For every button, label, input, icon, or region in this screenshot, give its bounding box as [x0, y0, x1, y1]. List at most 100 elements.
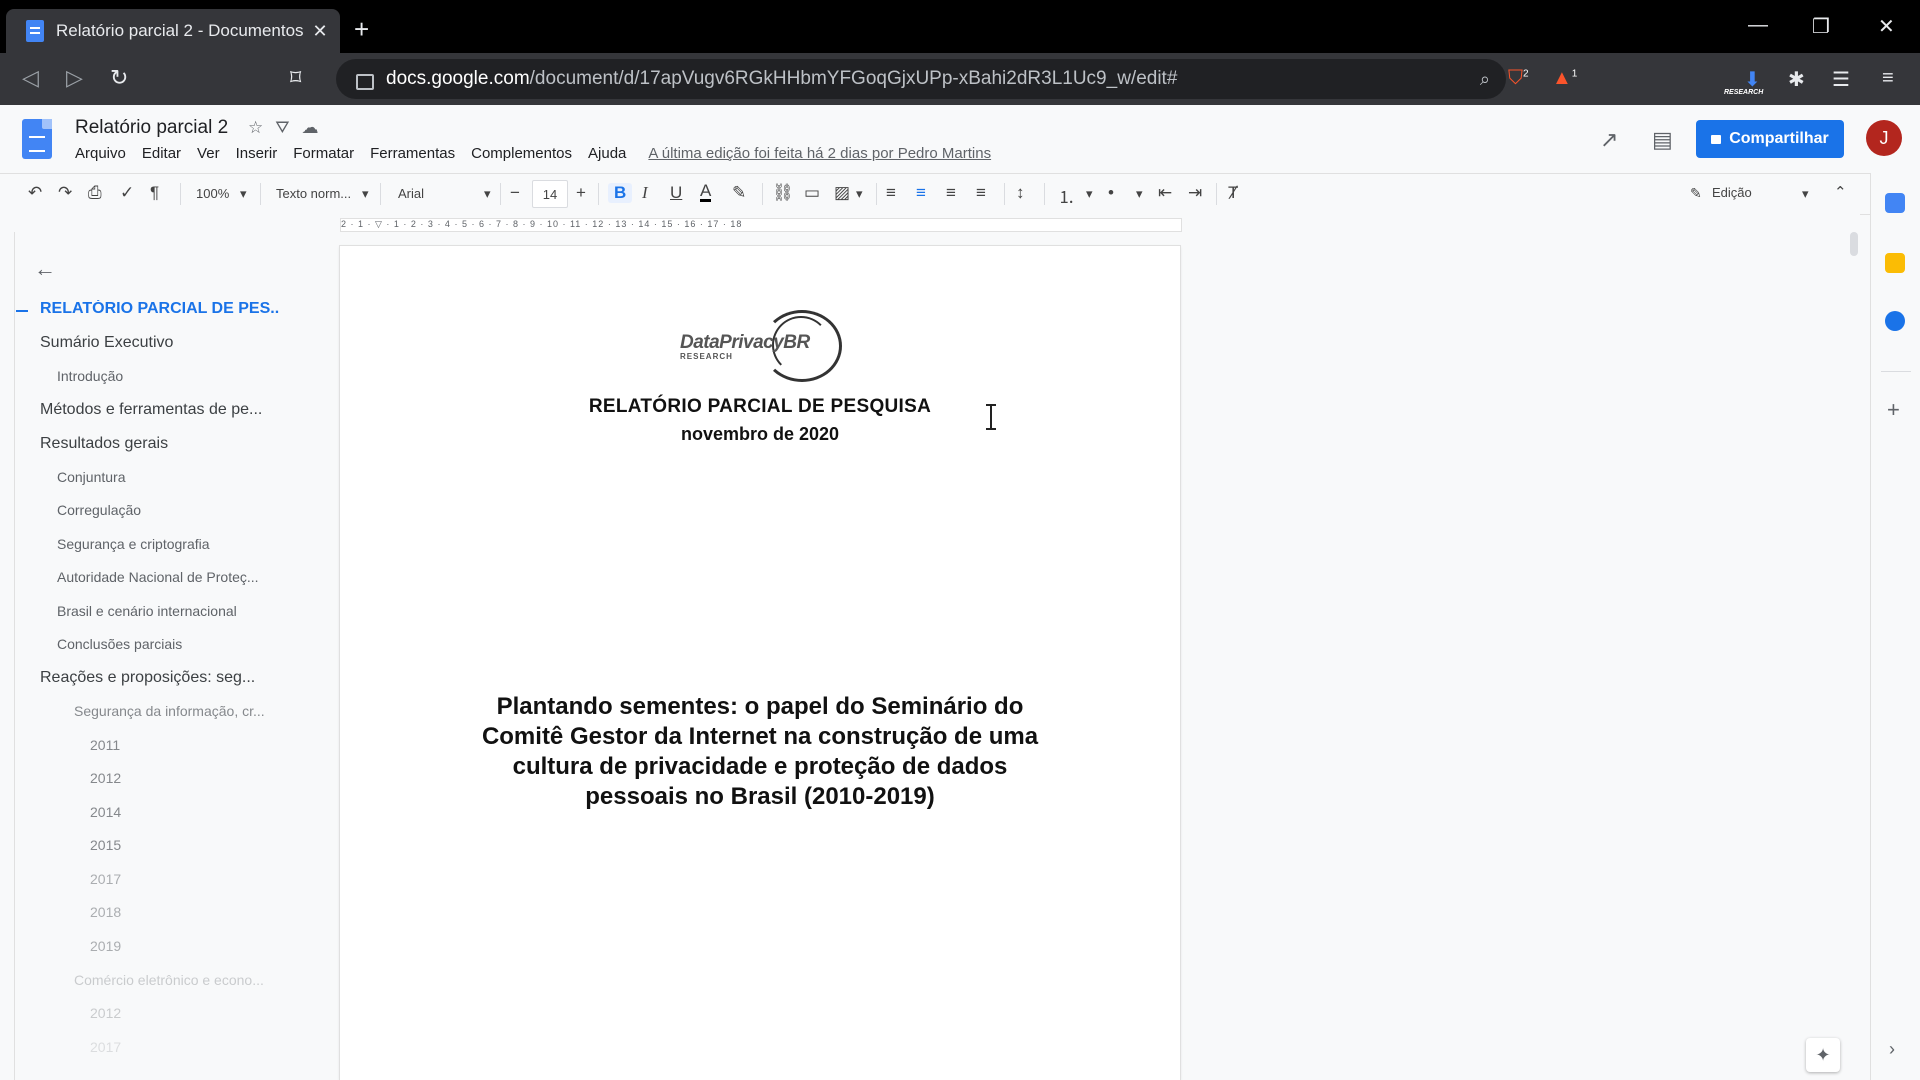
- extensions-icon[interactable]: ✱: [1788, 67, 1805, 92]
- avatar[interactable]: J: [1866, 120, 1902, 156]
- bold-button[interactable]: B: [608, 183, 633, 203]
- font-select[interactable]: Arial: [398, 186, 424, 201]
- forward-icon[interactable]: ▷: [66, 65, 83, 91]
- collapse-menu-icon[interactable]: ⌃: [1834, 183, 1847, 201]
- reload-icon[interactable]: ↻: [110, 65, 128, 91]
- redo-icon[interactable]: ↷: [58, 183, 72, 203]
- outline-item[interactable]: Conjuntura: [57, 469, 277, 485]
- numbered-list-dropdown-icon[interactable]: ▾: [1086, 186, 1093, 202]
- outline-item[interactable]: 2014: [90, 804, 121, 820]
- font-size-input[interactable]: 14: [532, 180, 568, 208]
- calendar-icon[interactable]: [1885, 193, 1905, 213]
- outline-item[interactable]: Resultados gerais: [40, 435, 280, 453]
- outline-item[interactable]: 2017: [90, 871, 121, 887]
- keep-icon[interactable]: [1885, 253, 1905, 273]
- tasks-icon[interactable]: [1885, 311, 1905, 331]
- close-window-icon[interactable]: ✕: [1878, 14, 1895, 39]
- outline-item[interactable]: 2012: [90, 1005, 121, 1021]
- editing-mode-select[interactable]: Edição: [1712, 185, 1752, 200]
- outline-item[interactable]: Sumário Executivo: [40, 334, 280, 352]
- tab-close-icon[interactable]: ✕: [306, 21, 334, 42]
- outline-item[interactable]: Métodos e ferramentas de pe...: [40, 401, 280, 419]
- increase-indent-icon[interactable]: ⇥: [1188, 183, 1202, 203]
- back-icon[interactable]: ◁: [22, 65, 39, 91]
- cloud-status-icon[interactable]: ☁: [302, 118, 331, 137]
- bulleted-list-icon[interactable]: •: [1108, 183, 1114, 203]
- outline-item[interactable]: Introdução: [57, 368, 277, 384]
- reading-list-icon[interactable]: ☰: [1832, 67, 1850, 92]
- paint-format-icon[interactable]: ¶: [150, 183, 159, 203]
- document-title[interactable]: Relatório parcial 2: [75, 117, 228, 139]
- outline-item[interactable]: Autoridade Nacional de Proteç...: [57, 569, 282, 585]
- style-dropdown-icon[interactable]: ▾: [362, 186, 369, 202]
- last-edit-link[interactable]: A última edição foi feita há 2 dias por …: [648, 145, 991, 162]
- italic-button[interactable]: I: [642, 183, 648, 203]
- bookmark-icon[interactable]: ⌑: [290, 65, 301, 91]
- restore-icon[interactable]: ❐: [1812, 14, 1830, 39]
- browser-menu-icon[interactable]: ≡: [1882, 67, 1894, 90]
- underline-button[interactable]: U: [670, 183, 682, 203]
- insert-link-icon[interactable]: ⛓: [772, 183, 794, 203]
- spellcheck-icon[interactable]: ✓: [120, 183, 134, 203]
- outline-item[interactable]: Conclusões parciais: [57, 636, 282, 652]
- decrease-indent-icon[interactable]: ⇤: [1158, 183, 1172, 203]
- editing-mode-dropdown-icon[interactable]: ▾: [1802, 186, 1809, 202]
- outline-item[interactable]: Brasil e cenário internacional: [57, 603, 282, 619]
- clear-formatting-icon[interactable]: Ⱦ: [1228, 183, 1238, 203]
- text-color-button[interactable]: A: [700, 182, 712, 202]
- document-page[interactable]: DataPrivacyBR RESEARCH RELATÓRIO PARCIAL…: [340, 246, 1180, 1080]
- outline-item[interactable]: 2018: [90, 904, 121, 920]
- align-justify-icon[interactable]: ≡: [976, 183, 986, 203]
- star-icon[interactable]: ☆: [248, 118, 275, 137]
- font-dropdown-icon[interactable]: ▾: [484, 186, 491, 202]
- outline-item[interactable]: Comércio eletrônico e econo...: [74, 972, 284, 988]
- align-left-icon[interactable]: ≡: [886, 183, 896, 203]
- browser-tab[interactable]: Relatório parcial 2 - Documentos G ✕: [6, 9, 340, 53]
- outline-item[interactable]: Segurança e criptografia: [57, 536, 277, 552]
- document-scrollbar[interactable]: [1850, 232, 1858, 256]
- outline-item[interactable]: RELATÓRIO PARCIAL DE PES...: [40, 300, 280, 318]
- share-button[interactable]: Compartilhar: [1696, 120, 1844, 158]
- align-center-icon[interactable]: ≡: [916, 183, 926, 203]
- menu-ferramentas[interactable]: Ferramentas: [370, 145, 455, 162]
- move-to-folder-icon[interactable]: ⛛: [275, 118, 301, 137]
- url-field[interactable]: docs.google.com/document/d/17apVugv6RGkH…: [336, 59, 1506, 99]
- brave-shield-icon[interactable]: ⛉2: [1508, 67, 1529, 90]
- zoom-icon[interactable]: ⌕: [1480, 69, 1490, 90]
- style-select[interactable]: Texto norm...: [276, 186, 351, 201]
- outline-item[interactable]: 2012: [90, 770, 121, 786]
- menu-ver[interactable]: Ver: [197, 145, 220, 162]
- new-tab-button[interactable]: +: [354, 14, 369, 45]
- minimize-icon[interactable]: —: [1748, 14, 1768, 37]
- outline-item[interactable]: 2015: [90, 837, 121, 853]
- numbered-list-icon[interactable]: ⒈: [1058, 183, 1075, 208]
- outline-item[interactable]: Reações e proposições: seg...: [40, 669, 285, 687]
- expand-panel-icon[interactable]: ›: [1889, 1039, 1895, 1060]
- menu-complementos[interactable]: Complementos: [471, 145, 572, 162]
- zoom-dropdown-icon[interactable]: ▾: [240, 186, 247, 202]
- outline-item[interactable]: 2011: [90, 737, 120, 753]
- decrease-font-size-icon[interactable]: −: [510, 183, 520, 203]
- menu-arquivo[interactable]: Arquivo: [75, 145, 126, 162]
- menu-editar[interactable]: Editar: [142, 145, 181, 162]
- comments-icon[interactable]: ▤: [1652, 127, 1673, 153]
- docs-logo-icon[interactable]: [22, 119, 52, 159]
- outline-item[interactable]: Segurança da informação, cr...: [74, 703, 284, 719]
- close-outline-icon[interactable]: ←: [34, 256, 56, 282]
- activity-trend-icon[interactable]: ↗: [1600, 127, 1618, 153]
- ruler-scale[interactable]: 2 · 1 · ▽ · 1 · 2 · 3 · 4 · 5 · 6 · 7 · …: [340, 218, 1182, 232]
- increase-font-size-icon[interactable]: +: [576, 183, 586, 203]
- image-dropdown-icon[interactable]: ▾: [856, 186, 863, 202]
- add-comment-icon[interactable]: ▭: [804, 183, 820, 203]
- menu-formatar[interactable]: Formatar: [293, 145, 354, 162]
- undo-icon[interactable]: ↶: [28, 183, 42, 203]
- explore-button[interactable]: ✦: [1806, 1038, 1840, 1072]
- brave-rewards-icon[interactable]: ▲1: [1552, 67, 1577, 90]
- menu-inserir[interactable]: Inserir: [236, 145, 278, 162]
- zoom-select[interactable]: 100%: [196, 186, 229, 201]
- outline-item[interactable]: Corregulação: [57, 502, 277, 518]
- highlight-color-icon[interactable]: ✎: [732, 183, 746, 203]
- line-spacing-icon[interactable]: ↕: [1016, 183, 1025, 203]
- menu-ajuda[interactable]: Ajuda: [588, 145, 626, 162]
- align-right-icon[interactable]: ≡: [946, 183, 956, 203]
